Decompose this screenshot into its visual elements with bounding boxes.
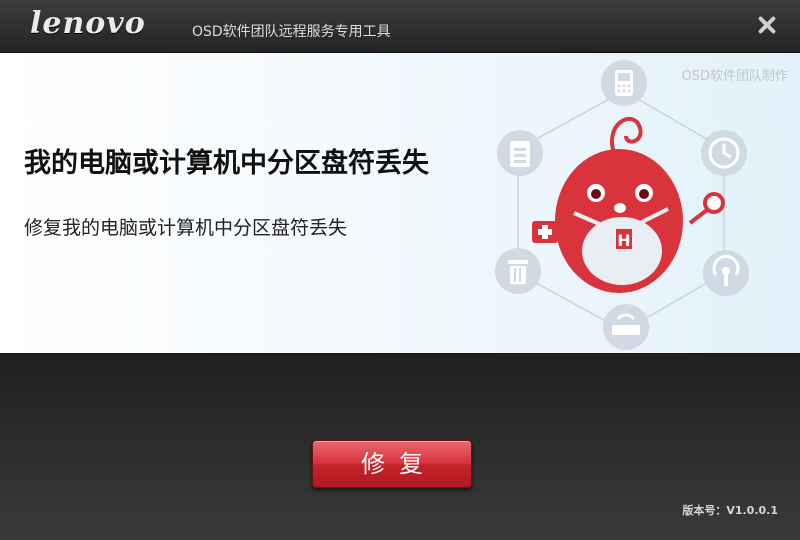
mascot: H — [555, 116, 683, 293]
mascot-badge: H — [617, 231, 630, 250]
phone-icon — [601, 60, 647, 106]
window-title: OSD软件团队远程服务专用工具 — [192, 24, 391, 40]
version-label: 版本号：V1.0.0.1 — [682, 504, 778, 517]
mascot-illustration: H — [495, 60, 749, 350]
search-icon — [688, 192, 725, 225]
router-icon — [603, 304, 649, 350]
lenovo-logo: lenovo — [30, 6, 146, 41]
trash-icon — [495, 248, 541, 294]
first-aid-icon — [532, 221, 558, 243]
problem-description: 修复我的电脑或计算机中分区盘符丢失 — [24, 217, 348, 239]
info-banner: OSD软件团队制作 我的电脑或计算机中分区盘符丢失 修复我的电脑或计算机中分区盘… — [0, 53, 800, 355]
clock-icon — [701, 130, 747, 176]
action-panel: 修复 版本号：V1.0.0.1 — [0, 355, 800, 540]
repair-button[interactable]: 修复 — [312, 440, 472, 488]
document-icon — [497, 130, 543, 176]
page-title: 我的电脑或计算机中分区盘符丢失 — [24, 148, 429, 179]
wifi-icon — [703, 250, 749, 296]
close-icon[interactable] — [756, 14, 778, 36]
title-bar: lenovo OSD软件团队远程服务专用工具 — [0, 0, 800, 53]
